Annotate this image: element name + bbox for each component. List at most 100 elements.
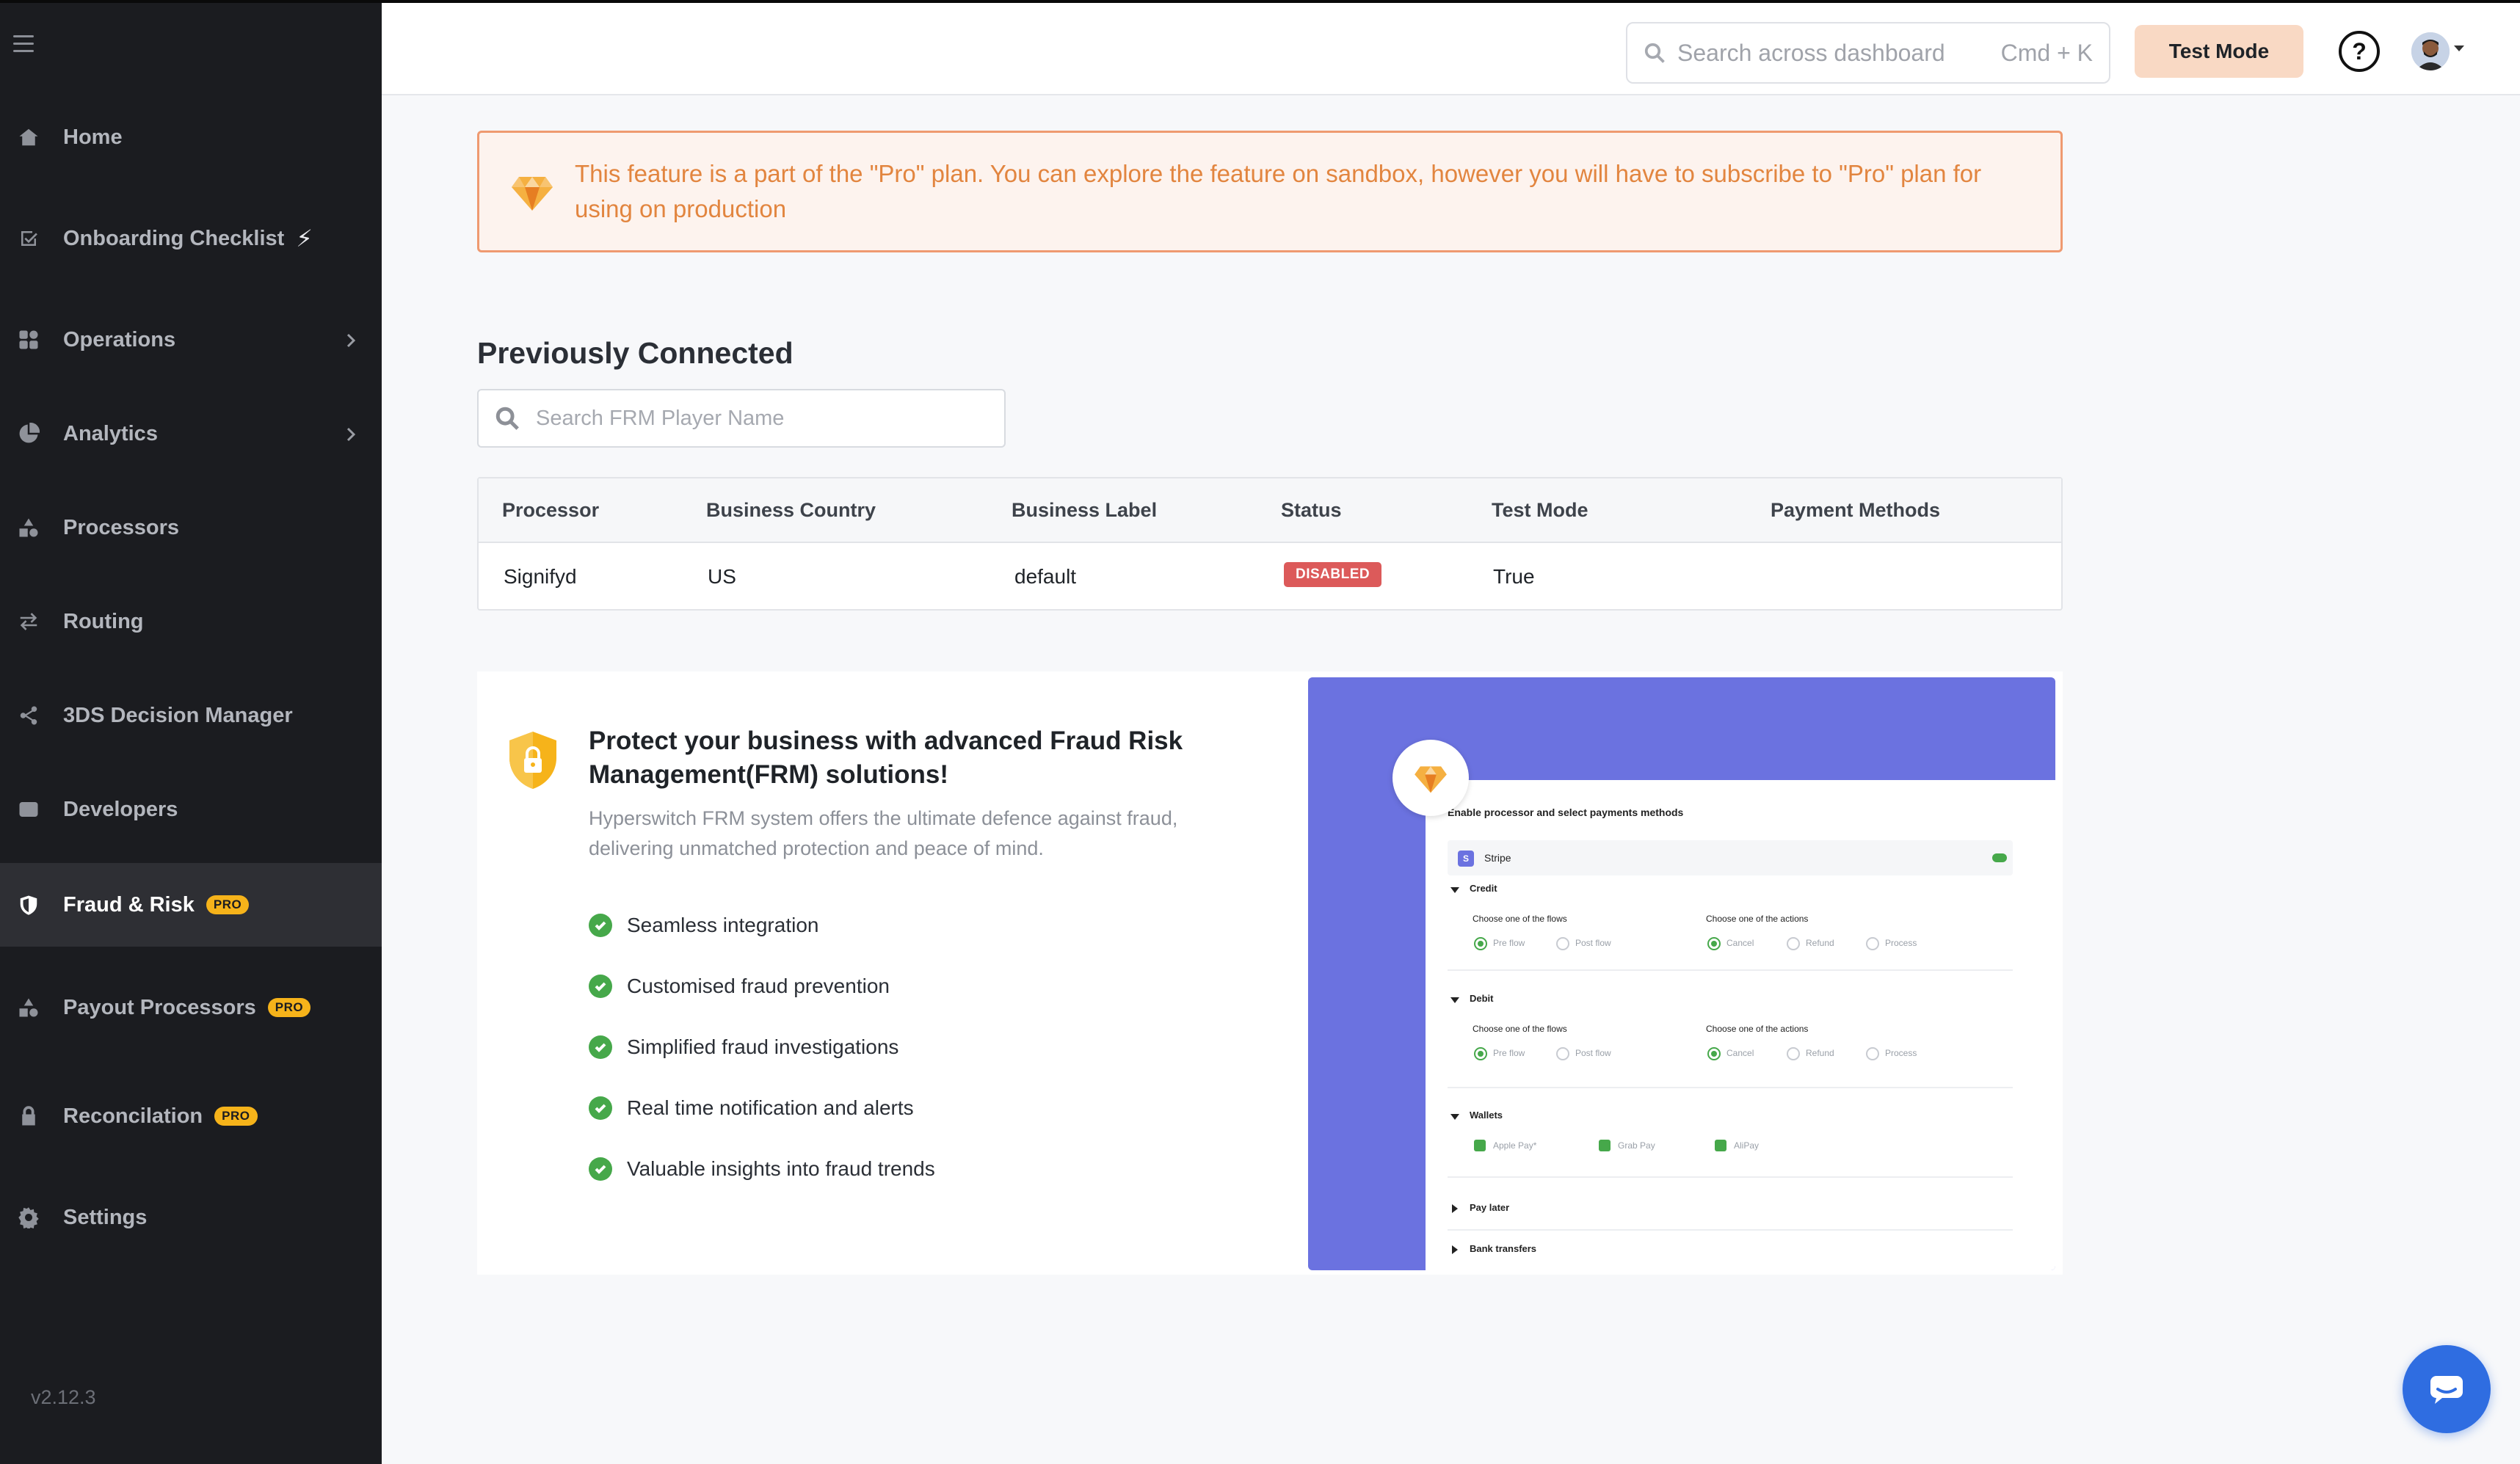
sidebar-item-3ds-decision-manager[interactable]: 3DS Decision Manager (0, 675, 382, 756)
sidebar-item-label: Analytics (63, 421, 158, 445)
sidebar-item-label: Reconcilation (63, 1104, 203, 1128)
preview-pay-later: Pay later (1470, 1202, 1510, 1213)
diamond-icon (1392, 740, 1469, 816)
sidebar-item-processors[interactable]: Processors (0, 487, 382, 568)
processor-cell: Signifyd (504, 565, 577, 588)
frm-search-input[interactable]: Search FRM Player Name (477, 389, 1006, 448)
search-placeholder: Search across dashboard (1677, 39, 1945, 66)
caret-down-icon (1450, 887, 1459, 893)
preview-wallets: Wallets (1470, 1110, 1503, 1121)
radio-icon (1787, 937, 1800, 950)
processors-icon (16, 515, 41, 540)
feature-item: Seamless integration (589, 914, 818, 937)
preview-option: Cancel (1726, 1048, 1754, 1058)
table-header: Processor Business Country Business Labe… (479, 478, 2061, 543)
avatar[interactable] (2411, 32, 2450, 70)
sidebar-item-reconcilation[interactable]: Reconcilation PRO (0, 1076, 382, 1157)
chat-icon (2430, 1376, 2463, 1404)
radio-icon (1866, 937, 1879, 950)
preview-flows-label: Choose one of the flows (1473, 914, 1567, 924)
preview-option: Refund (1806, 938, 1834, 948)
divider (1448, 1176, 2013, 1178)
preview-option: AliPay (1734, 1140, 1760, 1151)
lock-icon (16, 1104, 41, 1129)
preview-option: Apple Pay* (1493, 1140, 1537, 1151)
frm-search-placeholder: Search FRM Player Name (536, 406, 785, 430)
column-header: Business Country (706, 499, 876, 521)
feature-item: Customised fraud prevention (589, 975, 890, 998)
label-cell: default (1014, 565, 1077, 588)
check-icon (589, 975, 612, 998)
preview-actions-label: Choose one of the actions (1706, 1024, 1809, 1034)
status-badge: DISABLED (1284, 562, 1382, 587)
preview-option: Grab Pay (1618, 1140, 1655, 1151)
radio-icon (1556, 1047, 1569, 1060)
preview-option: Cancel (1726, 938, 1754, 948)
sidebar-item-onboarding-checklist[interactable]: Onboarding Checklist ⚡ (0, 198, 382, 279)
dashboard-search-input[interactable]: Search across dashboard Cmd + K (1626, 22, 2110, 84)
pro-badge: PRO (214, 1107, 258, 1126)
top-header: Search across dashboard Cmd + K Test Mod… (382, 0, 2520, 95)
sidebar-item-routing[interactable]: Routing (0, 581, 382, 662)
radio-icon (1866, 1047, 1879, 1060)
sidebar-item-settings[interactable]: Settings (0, 1177, 382, 1258)
frm-promo-card: Protect your business with advanced Frau… (477, 671, 2063, 1275)
analytics-icon (16, 421, 41, 446)
feature-item: Simplified fraud investigations (589, 1035, 898, 1059)
column-header: Processor (502, 499, 600, 521)
operations-icon (16, 327, 41, 352)
sidebar-item-payout-processors[interactable]: Payout Processors PRO (0, 967, 382, 1048)
pro-plan-banner: This feature is a part of the "Pro" plan… (477, 131, 2063, 252)
menu-icon[interactable] (13, 35, 34, 53)
preview-flows-label: Choose one of the flows (1473, 1024, 1567, 1034)
radio-icon (1787, 1047, 1800, 1060)
feature-label: Customised fraud prevention (627, 975, 890, 997)
sidebar: Home Onboarding Checklist ⚡ Operations A… (0, 0, 382, 1464)
sidebar-item-label: Onboarding Checklist (63, 226, 285, 250)
chevron-down-icon[interactable] (2454, 45, 2464, 51)
frm-preview-illustration: Enable processor and select payments met… (1308, 677, 2055, 1270)
preview-bank-transfers: Bank transfers (1470, 1243, 1537, 1254)
shield-icon (16, 892, 41, 917)
sidebar-item-label: Routing (63, 609, 144, 633)
sidebar-item-label: Settings (63, 1205, 148, 1229)
feature-item: Real time notification and alerts (589, 1096, 914, 1120)
processors-icon (16, 995, 41, 1020)
preview-option: Process (1885, 1048, 1917, 1058)
sidebar-item-label: Operations (63, 327, 176, 352)
toggle-icon (1992, 853, 2007, 862)
sidebar-item-label: 3DS Decision Manager (63, 703, 293, 727)
help-icon[interactable]: ? (2339, 31, 2380, 72)
stripe-logo-icon: S (1458, 851, 1474, 867)
sidebar-item-home[interactable]: Home (0, 97, 382, 178)
preview-option: Process (1885, 938, 1917, 948)
country-cell: US (708, 565, 736, 588)
sidebar-item-label: Payout Processors (63, 995, 256, 1019)
divider (1448, 969, 2013, 971)
column-header: Test Mode (1492, 499, 1588, 521)
version-label: v2.12.3 (31, 1386, 96, 1408)
chat-support-button[interactable] (2403, 1345, 2491, 1433)
sidebar-item-operations[interactable]: Operations (0, 299, 382, 380)
sidebar-item-developers[interactable]: Developers (0, 769, 382, 850)
divider (1448, 1087, 2013, 1088)
search-icon (495, 407, 519, 430)
preview-option: Pre flow (1493, 1048, 1525, 1058)
sidebar-item-fraud-risk[interactable]: Fraud & Risk PRO (0, 863, 382, 947)
checkbox-icon (1474, 1140, 1486, 1151)
share-icon (16, 703, 41, 728)
sidebar-item-analytics[interactable]: Analytics (0, 393, 382, 474)
promo-subtitle: Hyperswitch FRM system offers the ultima… (589, 807, 1178, 859)
feature-item: Valuable insights into fraud trends (589, 1157, 935, 1181)
caret-right-icon (1452, 1204, 1458, 1213)
lightning-icon: ⚡ (296, 225, 313, 252)
preview-option: Post flow (1575, 938, 1611, 948)
feature-label: Seamless integration (627, 914, 819, 936)
preview-actions-label: Choose one of the actions (1706, 914, 1809, 924)
caret-down-icon (1450, 1114, 1459, 1120)
preview-option: Refund (1806, 1048, 1834, 1058)
radio-icon (1707, 937, 1721, 950)
sidebar-item-label: Home (63, 125, 123, 149)
sidebar-item-label: Fraud & Risk (63, 892, 195, 917)
test-mode-button[interactable]: Test Mode (2135, 25, 2303, 78)
